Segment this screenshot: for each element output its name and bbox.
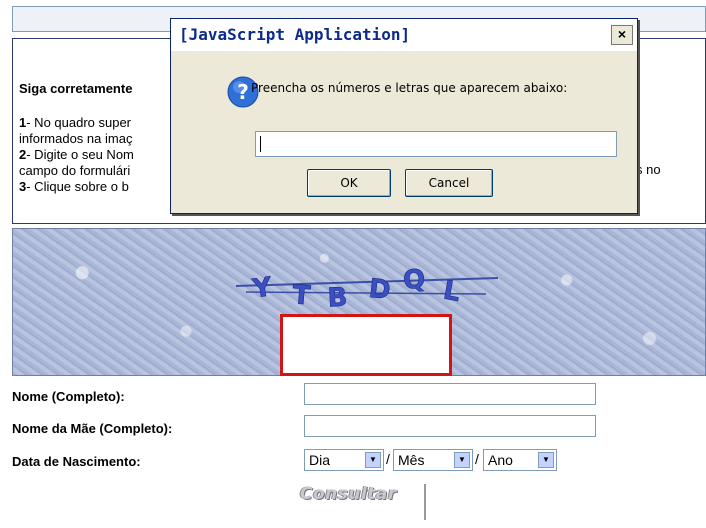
captcha-char: Y: [250, 272, 275, 305]
dialog-message: Preencha os números e letras que aparece…: [251, 81, 568, 95]
instruction-step-2: 2- Digite o seu Nom: [19, 147, 134, 162]
instruction-step-2-cont: campo do formulári: [19, 163, 131, 178]
step-text: - Clique sobre o b: [26, 179, 129, 194]
date-separator: /: [475, 451, 479, 467]
prompt-dialog: [JavaScript Application] × ? Preencha os…: [170, 18, 638, 214]
text-caret: [260, 136, 261, 152]
dia-value: Dia: [309, 452, 331, 468]
instructions-heading: Siga corretamente: [19, 81, 133, 96]
chevron-down-icon[interactable]: ▼: [454, 452, 470, 468]
captcha-text: Y T B D Q L: [236, 264, 499, 314]
mes-value: Mês: [398, 452, 425, 468]
chevron-down-icon[interactable]: ▼: [365, 452, 381, 468]
nome-input[interactable]: [304, 383, 596, 405]
captcha-input[interactable]: [280, 314, 452, 376]
dialog-titlebar[interactable]: [JavaScript Application] ×: [171, 19, 637, 51]
mae-label: Nome da Mãe (Completo):: [12, 421, 173, 436]
divider: [424, 484, 426, 520]
ok-button[interactable]: OK: [307, 169, 391, 197]
captcha-char: T: [292, 280, 312, 311]
step-text: - Digite o seu Nom: [26, 147, 134, 162]
captcha-char: D: [367, 274, 392, 306]
nome-label: Nome (Completo):: [12, 389, 125, 404]
dialog-title: [JavaScript Application]: [179, 25, 411, 44]
instruction-step-2-tail: s no: [636, 162, 661, 177]
dialog-text-input[interactable]: [255, 131, 617, 157]
date-separator: /: [386, 451, 390, 467]
captcha-char: B: [327, 283, 348, 314]
cancel-button[interactable]: Cancel: [405, 169, 493, 197]
close-button[interactable]: ×: [611, 25, 633, 45]
nascimento-label: Data de Nascimento:: [12, 454, 141, 469]
consultar-button[interactable]: Consultar: [300, 484, 424, 520]
mae-input[interactable]: [304, 415, 596, 437]
dia-select[interactable]: Dia ▼: [304, 449, 384, 471]
chevron-down-icon[interactable]: ▼: [538, 452, 554, 468]
mes-select[interactable]: Mês ▼: [393, 449, 473, 471]
captcha-char: Q: [402, 264, 427, 296]
ano-select[interactable]: Ano ▼: [483, 449, 557, 471]
instruction-step-3: 3- Clique sobre o b: [19, 179, 129, 194]
ano-value: Ano: [488, 452, 513, 468]
instruction-step-1: 1- No quadro super: [19, 115, 131, 130]
svg-text:?: ?: [237, 80, 249, 104]
step-text: - No quadro super: [26, 115, 132, 130]
instruction-step-1-cont: informados na imaç: [19, 131, 133, 146]
